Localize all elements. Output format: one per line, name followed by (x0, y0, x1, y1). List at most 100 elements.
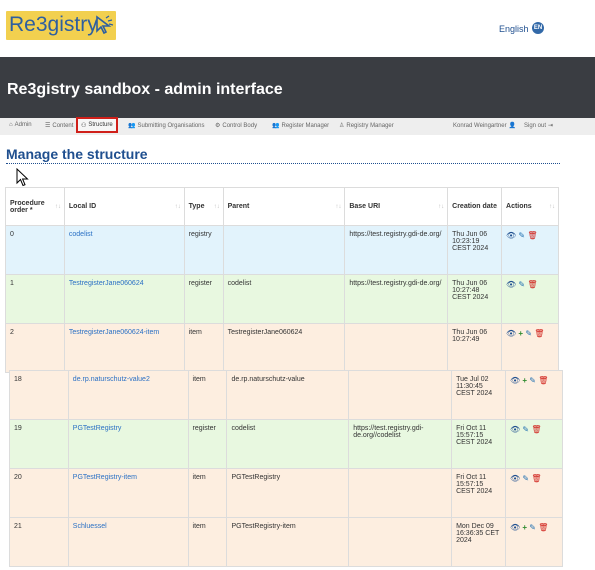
edit-icon[interactable]: ✎ (522, 425, 529, 434)
structure-table: Procedure order * ↑↓ Local ID ↑↓ Type ↑↓ Pa… (5, 187, 559, 373)
nav-item-submitting-organisations[interactable]: 👥 Submitting Organisations (128, 122, 205, 130)
cell-creation-date-text: Fri Oct 11 15:57:15 CEST 2024 (456, 474, 493, 495)
cell-parent (222, 225, 346, 275)
column-header-base-uri[interactable]: Base URI ↑↓ (344, 187, 449, 226)
cell-creation-date: Thu Jun 06 10:27:49 (447, 323, 503, 373)
cell-creation-date-text: Mon Dec 09 16:36:35 CET 2024 (456, 523, 500, 544)
sitemap-icon: ⚇ (81, 122, 87, 129)
title-banner: Re3gistry sandbox - admin interface (0, 57, 595, 118)
nav-item-control-body[interactable]: ⚙ Control Body (215, 122, 257, 130)
add-icon[interactable]: + (522, 376, 527, 385)
column-header-actions[interactable]: Actions ↑↓ (501, 187, 559, 226)
edit-icon[interactable]: ✎ (529, 523, 536, 532)
column-header-parent[interactable]: Parent ↑↓ (222, 187, 346, 226)
cell-base-uri: https://test.registry.gdi-de.org/ (344, 274, 449, 324)
mouse-cursor-icon (16, 168, 29, 187)
view-icon[interactable]: 👁 (506, 280, 516, 289)
cell-actions: 👁 + ✎ 🗑 (504, 370, 564, 420)
local-id-link[interactable]: PGTestRegistry-item (73, 474, 137, 481)
cell-type-text: register (192, 425, 216, 432)
user-icon: 👤 (508, 123, 517, 129)
nav-item-structure[interactable]: ⚇ Structure (76, 117, 118, 133)
view-icon[interactable]: 👁 (510, 523, 520, 532)
cell-procedure-order: 0 (5, 225, 65, 275)
cell-local-id: TestregisterJane060624 (63, 274, 185, 324)
title-underline (6, 163, 560, 164)
cell-procedure-order-text: 20 (14, 474, 22, 481)
column-header-procedure-order[interactable]: Procedure order * ↑↓ (5, 187, 65, 226)
delete-icon[interactable]: 🗑 (531, 425, 541, 434)
delete-icon[interactable]: 🗑 (527, 231, 537, 240)
language-selector[interactable]: English (499, 24, 529, 34)
edit-icon[interactable]: ✎ (525, 329, 532, 338)
language-flag-icon[interactable]: EN (532, 22, 544, 34)
local-id-link[interactable]: TestregisterJane060624 (69, 280, 144, 287)
current-user[interactable]: Konrad Weingartner 👤 (453, 122, 517, 130)
view-icon[interactable]: 👁 (510, 474, 520, 483)
add-icon[interactable]: + (522, 523, 527, 532)
add-icon[interactable]: + (518, 329, 523, 338)
structure-table-continued: 18 de.rp.naturschutz-value2 item de.rp.natu… (9, 370, 564, 567)
local-id-link[interactable]: codelist (69, 231, 93, 238)
cell-parent-text: codelist (227, 280, 252, 287)
column-header-type[interactable]: Type ↑↓ (183, 187, 224, 226)
column-header-creation-date[interactable]: Creation date ↑↓ (447, 187, 503, 226)
sort-icon: ↑↓ (438, 203, 445, 210)
sign-out-link[interactable]: Sign out ⇥ (524, 122, 553, 130)
local-id-link[interactable]: TestregisterJane060624-item (69, 329, 159, 336)
re3gistry-logo[interactable]: Re3gistry (6, 11, 116, 40)
cell-procedure-order: 1 (5, 274, 65, 324)
edit-icon[interactable]: ✎ (518, 231, 525, 240)
delete-icon[interactable]: 🗑 (534, 329, 544, 338)
nav-item-content[interactable]: ☰ Content (45, 122, 73, 130)
view-icon[interactable]: 👁 (510, 376, 520, 385)
cell-parent: PGTestRegistry-item (226, 517, 350, 567)
sort-icon: ↑↓ (492, 203, 499, 210)
cell-type: item (187, 468, 228, 518)
table-row: 19 PGTestRegistry register codelist https://… (9, 419, 564, 469)
cell-type-text: item (188, 329, 202, 336)
nav-item-admin[interactable]: ⌂ Admin (9, 122, 32, 128)
cell-procedure-order: 2 (5, 323, 65, 373)
cell-procedure-order-text: 19 (14, 425, 22, 432)
cell-base-uri-text: https://test.registry.gdi-de.org/ (349, 280, 442, 287)
cell-type-text: register (188, 280, 212, 287)
cell-type-text: registry (188, 231, 212, 238)
local-id-link[interactable]: PGTestRegistry (73, 425, 122, 432)
local-id-link[interactable]: de.rp.naturschutz-value2 (73, 376, 150, 383)
app-title: Re3gistry sandbox - admin interface (7, 81, 283, 98)
cell-base-uri: https://test.registry.gdi-de.org/ (344, 225, 449, 275)
table-row: 2 TestregisterJane060624-item item Testregi… (5, 323, 559, 373)
user-tie-icon: ♙ (339, 123, 345, 129)
cell-local-id: Schluessel (67, 517, 189, 567)
cell-type-text: item (192, 474, 206, 481)
cell-local-id: PGTestRegistry-item (67, 468, 189, 518)
cell-procedure-order-text: 1 (10, 280, 14, 287)
sort-icon: ↑↓ (54, 203, 61, 210)
delete-icon[interactable]: 🗑 (538, 523, 548, 532)
local-id-link[interactable]: Schluessel (73, 523, 107, 530)
sort-icon: ↑↓ (174, 203, 181, 210)
cell-procedure-order: 20 (9, 468, 69, 518)
delete-icon[interactable]: 🗑 (531, 474, 541, 483)
edit-icon[interactable]: ✎ (529, 376, 536, 385)
cell-type: item (187, 370, 228, 420)
view-icon[interactable]: 👁 (506, 231, 516, 240)
nav-item-register-manager[interactable]: 👥 Register Manager (272, 122, 329, 130)
nav-item-registry-manager[interactable]: ♙ Registry Manager (339, 122, 394, 130)
cell-actions: 👁 ✎ 🗑 (501, 225, 559, 275)
edit-icon[interactable]: ✎ (518, 280, 525, 289)
column-header-local-id[interactable]: Local ID ↑↓ (63, 187, 185, 226)
cell-type-text: item (192, 523, 206, 530)
users-icon: 👥 (128, 123, 136, 129)
cell-procedure-order-text: 0 (10, 231, 14, 238)
edit-icon[interactable]: ✎ (522, 474, 529, 483)
cell-local-id: codelist (63, 225, 185, 275)
delete-icon[interactable]: 🗑 (538, 376, 548, 385)
cell-base-uri (348, 468, 453, 518)
sort-icon: ↑↓ (213, 203, 220, 210)
table-row: 20 PGTestRegistry-item item PGTestRegistry F… (9, 468, 564, 518)
view-icon[interactable]: 👁 (510, 425, 520, 434)
delete-icon[interactable]: 🗑 (527, 280, 537, 289)
view-icon[interactable]: 👁 (506, 329, 516, 338)
